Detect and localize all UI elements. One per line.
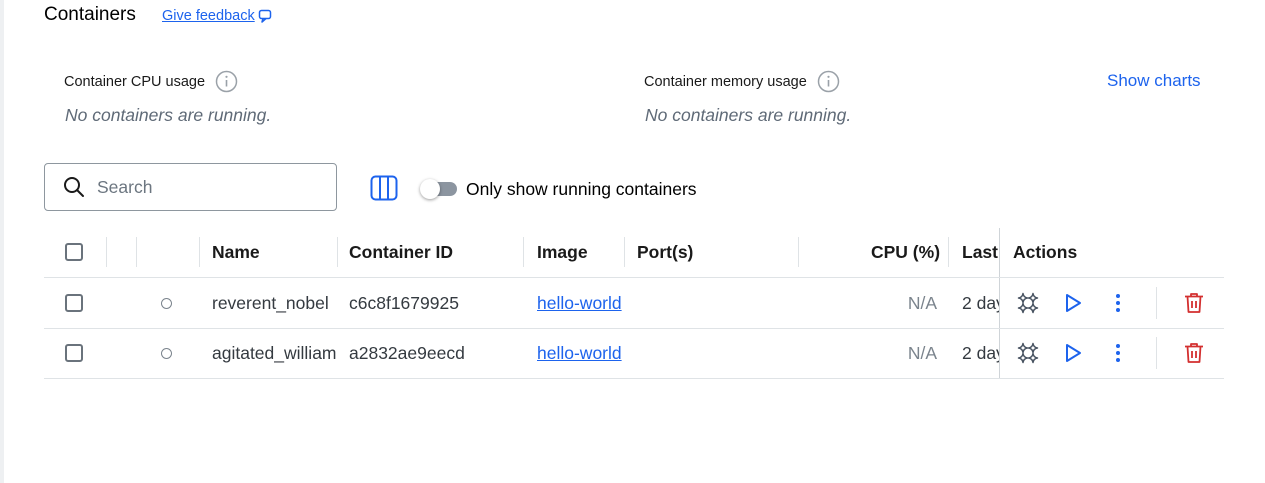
sparkle-icon [1017, 342, 1039, 364]
delete-button[interactable] [1182, 341, 1206, 365]
column-divider [523, 237, 524, 267]
cpu-usage-empty: No containers are running. [65, 105, 272, 125]
container-name[interactable]: reverent_nobel [212, 293, 332, 314]
start-button[interactable] [1061, 291, 1085, 315]
status-not-running-icon [161, 348, 172, 359]
columns-icon[interactable] [370, 175, 398, 201]
image-link[interactable]: hello-world [537, 343, 622, 364]
give-feedback-link[interactable]: Give feedback [162, 8, 273, 24]
search-input[interactable] [95, 175, 319, 199]
column-divider [106, 237, 107, 267]
container-name[interactable]: agitated_williams [212, 343, 336, 364]
trash-icon [1185, 293, 1203, 313]
last-started-value: 2 days ago [962, 293, 999, 313]
cpu-usage-heading: Container CPU usage [64, 70, 238, 93]
row-divider [44, 378, 1224, 379]
memory-usage-label: Container memory usage [644, 73, 807, 90]
actions-divider [1156, 337, 1157, 369]
column-header-actions: Actions [1013, 242, 1078, 262]
column-divider [136, 237, 137, 267]
memory-usage-empty: No containers are running. [645, 105, 852, 125]
column-divider [624, 237, 625, 267]
cpu-value: N/A [907, 343, 937, 363]
more-actions-button[interactable] [1106, 341, 1130, 365]
delete-button[interactable] [1182, 291, 1206, 315]
image-link[interactable]: hello-world [537, 293, 622, 314]
column-divider [948, 237, 949, 267]
more-actions-button[interactable] [1106, 291, 1130, 315]
last-started-value: 2 days ago [962, 343, 999, 363]
select-all-checkbox[interactable] [65, 243, 83, 261]
cpu-usage-label: Container CPU usage [64, 73, 206, 90]
chat-bubble-icon [258, 9, 271, 23]
column-header-ports[interactable]: Port(s) [637, 242, 693, 263]
info-icon[interactable] [215, 70, 238, 93]
give-feedback-label: Give feedback [162, 8, 255, 24]
start-button[interactable] [1061, 341, 1085, 365]
actions-divider [1156, 287, 1157, 319]
row-checkbox[interactable] [65, 344, 83, 362]
column-header-name[interactable]: Name [212, 242, 260, 263]
sticky-actions-divider [999, 228, 1000, 378]
play-icon [1066, 294, 1081, 312]
search-box[interactable] [44, 163, 337, 211]
column-divider [199, 237, 200, 267]
running-only-label: Only show running containers [466, 179, 697, 199]
status-not-running-icon [161, 298, 172, 309]
column-header-cpu[interactable]: CPU (%) [871, 242, 940, 263]
ask-gordon-button[interactable] [1016, 291, 1040, 315]
kebab-menu-icon [1116, 294, 1120, 312]
column-divider [337, 237, 338, 267]
running-only-toggle[interactable] [420, 179, 458, 199]
header-row-divider [44, 277, 1224, 278]
sparkle-icon [1017, 292, 1039, 314]
memory-usage-heading: Container memory usage [644, 70, 840, 93]
trash-icon [1185, 343, 1203, 363]
column-header-image[interactable]: Image [537, 242, 588, 263]
kebab-menu-icon [1116, 344, 1120, 362]
toggle-knob [420, 179, 440, 199]
column-header-container-id[interactable]: Container ID [349, 242, 453, 263]
cpu-value: N/A [907, 293, 937, 313]
container-id: c6c8f1679925 [349, 293, 459, 313]
left-edge [0, 0, 4, 483]
container-id: a2832ae9eecd [349, 343, 465, 363]
play-icon [1066, 344, 1081, 362]
column-header-last[interactable]: Last [962, 242, 998, 263]
column-divider [798, 237, 799, 267]
ask-gordon-button[interactable] [1016, 341, 1040, 365]
info-icon[interactable] [817, 70, 840, 93]
row-checkbox[interactable] [65, 294, 83, 312]
page-title: Containers [44, 4, 136, 25]
search-icon [64, 177, 84, 197]
show-charts-button[interactable]: Show charts [1107, 71, 1201, 91]
row-divider [44, 328, 1224, 329]
